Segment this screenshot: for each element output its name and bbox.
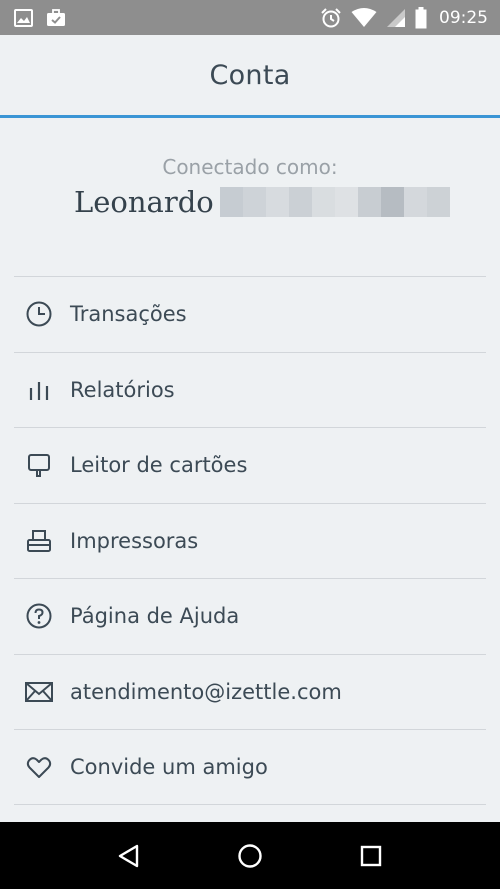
menu-item-transactions[interactable]: Transações: [14, 276, 486, 352]
menu-item-label: Relatórios: [70, 377, 175, 402]
page-title: Conta: [209, 59, 291, 91]
menu-item-label: Leitor de cartões: [70, 453, 248, 478]
home-icon: [237, 843, 263, 869]
image-icon: [14, 8, 33, 27]
menu-item-label: atendimento@izettle.com: [70, 679, 342, 704]
status-time: 09:25: [439, 7, 488, 28]
navigation-bar: [0, 822, 500, 889]
menu-item-label: Página de Ajuda: [70, 604, 240, 629]
user-row: Leonardo: [74, 185, 450, 219]
account-info: Conectado como: Leonardo: [0, 118, 500, 278]
connected-as-label: Conectado como:: [162, 155, 338, 179]
bars-icon: [24, 375, 54, 405]
menu-item-email-support[interactable]: atendimento@izettle.com: [14, 653, 486, 730]
recents-icon: [359, 844, 383, 868]
back-icon: [116, 843, 142, 869]
card-reader-icon: [24, 450, 54, 480]
clock-icon: [24, 299, 54, 329]
user-name: Leonardo: [74, 185, 214, 219]
briefcase-icon: [46, 8, 66, 27]
menu-item-label: Transações: [70, 302, 187, 327]
battery-icon: [415, 6, 427, 29]
wifi-icon: [351, 7, 377, 28]
alarm-icon: [320, 7, 342, 29]
menu-item-printers[interactable]: Impressoras: [14, 502, 486, 579]
home-button[interactable]: [228, 834, 272, 878]
menu-item-label: Convide um amigo: [70, 754, 268, 779]
app-header: Conta: [0, 35, 500, 118]
heart-icon: [24, 752, 54, 782]
mail-icon: [24, 677, 54, 707]
account-menu: Transações Relatórios Leitor de cartões …: [14, 276, 486, 805]
status-bar: 09:25: [0, 0, 500, 35]
menu-item-reports[interactable]: Relatórios: [14, 351, 486, 428]
menu-item-label: Impressoras: [70, 528, 199, 553]
recents-button[interactable]: [349, 834, 393, 878]
menu-item-card-reader[interactable]: Leitor de cartões: [14, 427, 486, 503]
menu-item-invite-friend[interactable]: Convide um amigo: [14, 729, 486, 805]
signal-icon: [386, 8, 406, 28]
back-button[interactable]: [107, 834, 151, 878]
printer-icon: [24, 526, 54, 556]
help-icon: [24, 601, 54, 631]
menu-item-help[interactable]: Página de Ajuda: [14, 578, 486, 654]
redacted-surname: [219, 187, 450, 217]
